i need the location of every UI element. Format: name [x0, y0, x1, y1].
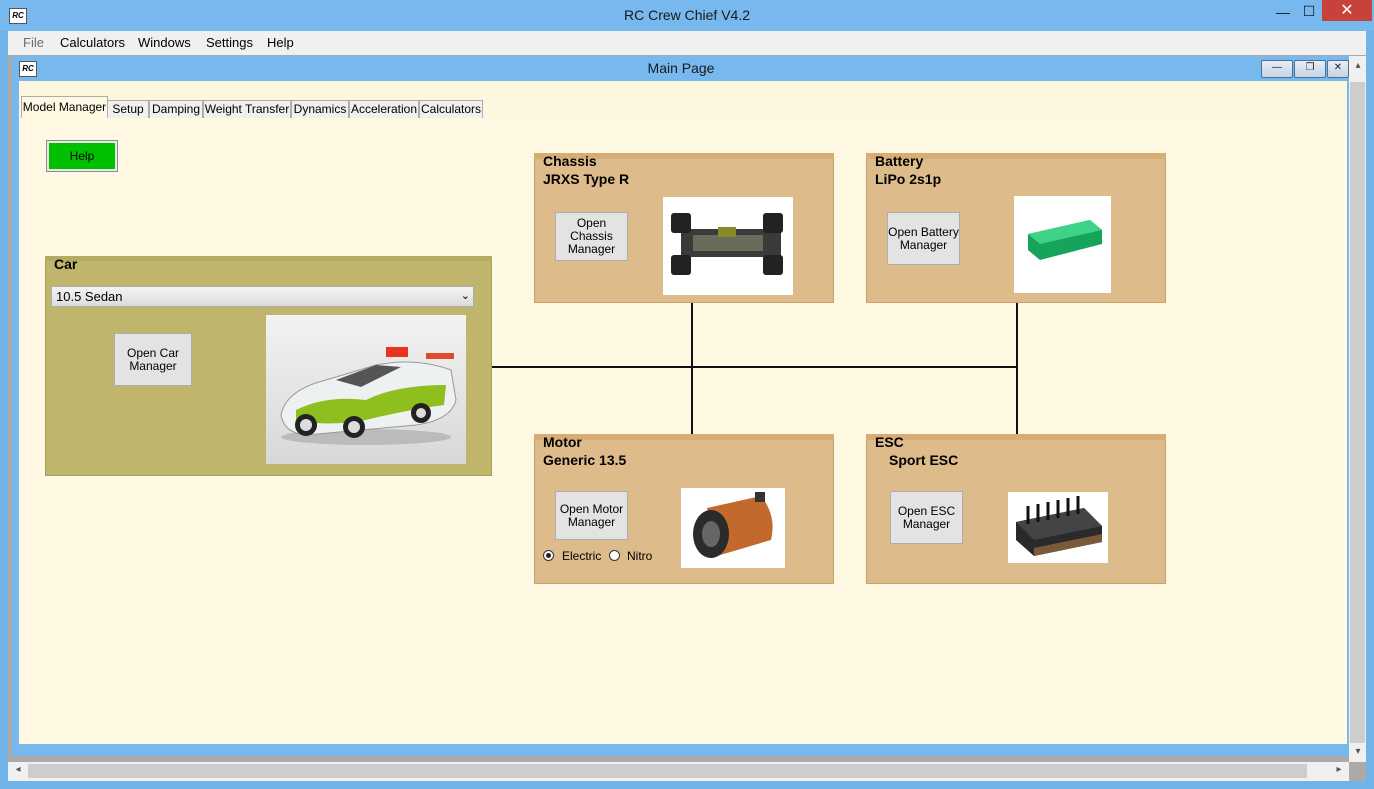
horizontal-scroll-thumb[interactable] — [28, 764, 1307, 778]
battery-panel-title: Battery — [875, 153, 924, 169]
vertical-scroll-thumb[interactable] — [1350, 82, 1365, 743]
esc-panel-top — [866, 434, 1166, 440]
esc-model-name: Sport ESC — [889, 452, 959, 468]
connector-line-battery-esc — [1016, 302, 1018, 434]
menu-settings[interactable]: Settings — [206, 31, 253, 55]
scroll-down-icon[interactable]: ▾ — [1350, 746, 1366, 757]
chassis-panel-title: Chassis — [543, 153, 597, 169]
connector-line-horizontal — [491, 366, 1017, 368]
connector-line-chassis-motor — [691, 302, 693, 434]
motor-panel-title: Motor — [543, 434, 582, 450]
scroll-up-icon[interactable]: ▴ — [1350, 60, 1366, 71]
esc-photo — [1008, 492, 1108, 563]
open-esc-manager-button[interactable]: Open ESC Manager — [890, 491, 963, 544]
child-window-title: Main Page — [647, 60, 715, 76]
child-minimize-button[interactable]: — — [1261, 60, 1293, 78]
radio-electric-label: Electric — [562, 549, 602, 563]
scroll-left-icon[interactable]: ◂ — [10, 764, 26, 775]
maximize-button[interactable]: ☐ — [1296, 1, 1322, 21]
car-select-value: 10.5 Sedan — [56, 289, 123, 304]
battery-image — [1028, 220, 1102, 260]
radio-electric[interactable] — [543, 550, 554, 561]
child-maximize-button[interactable]: ❐ — [1294, 60, 1326, 78]
motor-image — [693, 492, 773, 558]
tab-weight-transfer[interactable]: Weight Transfer — [203, 100, 291, 118]
tab-dynamics[interactable]: Dynamics — [291, 100, 349, 118]
tab-model-manager[interactable]: Model Manager — [21, 96, 108, 118]
battery-model-name: LiPo 2s1p — [875, 171, 942, 187]
radio-nitro-label: Nitro — [627, 549, 653, 563]
tab-calculators[interactable]: Calculators — [419, 100, 483, 118]
car-panel-top — [45, 256, 492, 261]
tab-acceleration[interactable]: Acceleration — [349, 100, 419, 118]
menu-file[interactable]: File — [23, 31, 44, 55]
child-close-button[interactable]: ✕ — [1327, 60, 1349, 78]
open-car-manager-button[interactable]: Open Car Manager — [114, 333, 192, 386]
open-battery-manager-button[interactable]: Open Battery Manager — [887, 212, 960, 265]
esc-image — [1016, 496, 1102, 556]
motor-model-name: Generic 13.5 — [543, 452, 627, 468]
car-image — [280, 347, 457, 445]
car-photo — [266, 315, 466, 464]
menu-windows[interactable]: Windows — [138, 31, 191, 55]
radio-nitro[interactable] — [609, 550, 620, 561]
scroll-right-icon[interactable]: ▸ — [1331, 764, 1347, 775]
chassis-photo — [663, 197, 793, 295]
chevron-down-icon: ⌄ — [460, 290, 470, 302]
menu-help[interactable]: Help — [267, 31, 294, 55]
app-title: RC Crew Chief V4.2 — [623, 7, 751, 23]
chassis-image — [671, 213, 783, 275]
car-panel-title: Car — [54, 256, 78, 272]
menu-calculators[interactable]: Calculators — [60, 31, 125, 55]
help-button[interactable]: Help — [49, 143, 115, 169]
car-select[interactable]: 10.5 Sedan ⌄ — [51, 286, 474, 307]
motor-photo — [681, 488, 785, 568]
battery-photo — [1014, 196, 1111, 293]
open-motor-manager-button[interactable]: Open Motor Manager — [555, 491, 628, 540]
tab-setup[interactable]: Setup — [107, 100, 149, 118]
tab-damping[interactable]: Damping — [149, 100, 203, 118]
open-chassis-manager-button[interactable]: Open Chassis Manager — [555, 212, 628, 261]
minimize-button[interactable]: — — [1270, 2, 1296, 22]
close-button[interactable]: ✕ — [1322, 0, 1372, 21]
chassis-model-name: JRXS Type R — [543, 171, 630, 187]
esc-panel-title: ESC — [875, 434, 904, 450]
